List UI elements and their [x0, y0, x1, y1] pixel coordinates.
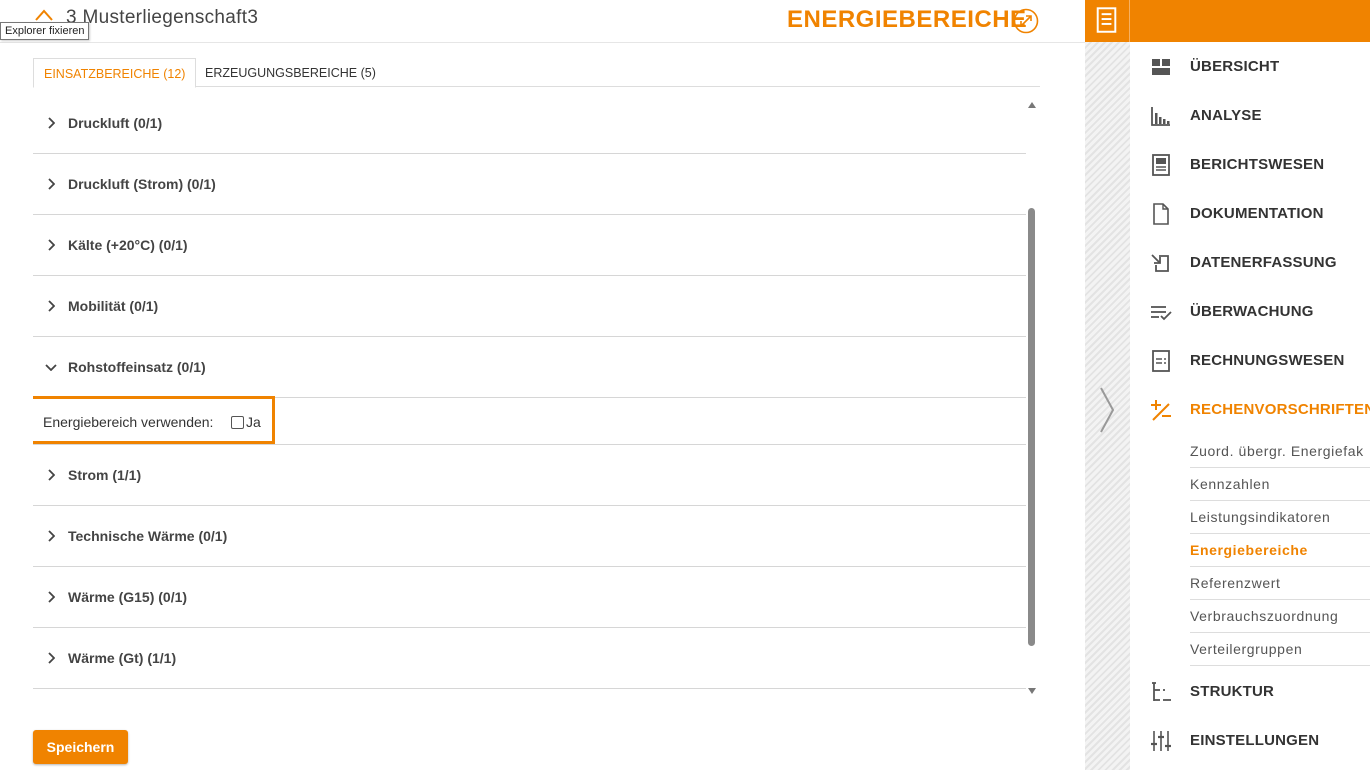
energy-area-list: Druckluft (0/1) Druckluft (Strom) (0/1) … [33, 93, 1026, 695]
invoice-icon [1152, 350, 1170, 372]
sidebar-item-label: ÜBERSICHT [1190, 58, 1280, 75]
chevron-right-icon [48, 530, 55, 542]
submenu-label: Zuord. übergr. Energiefak [1190, 443, 1364, 459]
chevron-right-icon [48, 300, 55, 312]
chevron-right-icon[interactable] [1097, 386, 1117, 434]
sidebar-item-label: RECHENVORSCHRIFTEN [1190, 401, 1370, 418]
submenu-item-energiebereiche[interactable]: Energiebereiche [1190, 534, 1370, 567]
tree-structure-icon [1152, 682, 1171, 701]
chevron-right-icon [48, 652, 55, 664]
sidebar-item-label: DOKUMENTATION [1190, 205, 1324, 222]
sidebar-item-berichtswesen[interactable]: BERICHTSWESEN [1130, 140, 1370, 189]
page-title: 3 Musterliegenschaft3 [66, 7, 259, 28]
submenu-label: Leistungsindikatoren [1190, 509, 1331, 525]
accordion-label: Rohstoffeinsatz (0/1) [68, 359, 206, 375]
accordion-panel: Energiebereich verwenden: Ja [33, 396, 1026, 445]
submenu-label: Energiebereiche [1190, 542, 1308, 558]
sidebar-item-label: BERICHTSWESEN [1190, 156, 1325, 173]
header: 3 Musterliegenschaft3 ENERGIEBEREICHE [0, 0, 1085, 43]
scrollbar-thumb[interactable] [1028, 208, 1035, 646]
sidebar-item-rechenvorschriften[interactable]: RECHENVORSCHRIFTEN [1130, 385, 1370, 434]
sidebar-item-analyse[interactable]: ANALYSE [1130, 91, 1370, 140]
scroll-down-icon[interactable] [1028, 688, 1036, 694]
submenu-item-verteilergruppen[interactable]: Verteilergruppen [1190, 633, 1370, 666]
report-icon [1152, 154, 1170, 176]
submenu-item-zuordnung[interactable]: Zuord. übergr. Energiefak [1190, 435, 1370, 468]
accordion-item[interactable]: Kälte (+20°C) (0/1) [33, 215, 1026, 276]
accordion-item[interactable]: Mobilität (0/1) [33, 276, 1026, 337]
accordion-item[interactable]: Technische Wärme (0/1) [33, 506, 1026, 567]
use-energy-area-checkbox[interactable] [231, 416, 244, 429]
tab-einsatzbereiche[interactable]: EINSATZBEREICHE (12) [33, 58, 197, 88]
chevron-down-icon [45, 364, 57, 371]
checklist-icon [1151, 306, 1172, 321]
explorer-strip[interactable] [1085, 0, 1130, 770]
chevron-right-icon [48, 591, 55, 603]
sidebar-item-label: RECHNUNGSWESEN [1190, 352, 1345, 369]
sidebar-item-label: EINSTELLUNGEN [1190, 732, 1320, 749]
accordion-item[interactable]: Wärme (Gt) (1/1) [33, 628, 1026, 689]
menu-list-icon[interactable] [1085, 0, 1130, 42]
scrollbar[interactable] [1027, 100, 1037, 698]
sliders-icon [1151, 731, 1171, 751]
tab-bar: EINSATZBEREICHE (12) ERZEUGUNGSBEREICHE … [33, 58, 1040, 88]
bar-chart-icon [1151, 107, 1170, 126]
accordion-item[interactable]: Wärme (G15) (0/1) [33, 567, 1026, 628]
document-icon [1153, 203, 1169, 225]
accordion-label: Technische Wärme (0/1) [68, 528, 228, 544]
accordion-label: Mobilität (0/1) [68, 298, 159, 314]
sidebar-item-datenerfassung[interactable]: DATENERFASSUNG [1130, 238, 1370, 287]
plus-minus-icon [1151, 400, 1171, 421]
sidebar-item-dokumentation[interactable]: DOKUMENTATION [1130, 189, 1370, 238]
section-title: ENERGIEBEREICHE [787, 6, 1027, 33]
chevron-right-icon [48, 239, 55, 251]
submenu-item-kennzahlen[interactable]: Kennzahlen [1190, 468, 1370, 501]
accordion-item[interactable]: Strom (1/1) [33, 445, 1026, 506]
sidebar-nav: ÜBERSICHT ANALYSE BERICHTSWESEN DOKUMENT… [1130, 42, 1370, 770]
accordion-label: Strom (1/1) [68, 467, 142, 483]
accordion-label: Druckluft (Strom) (0/1) [68, 176, 216, 192]
data-entry-icon [1151, 254, 1169, 272]
sidebar-item-label: DATENERFASSUNG [1190, 254, 1337, 271]
sidebar-item-einstellungen[interactable]: EINSTELLUNGEN [1130, 716, 1370, 765]
expand-icon[interactable] [1013, 8, 1039, 34]
chevron-right-icon [48, 117, 55, 129]
accordion-label: Wärme (G15) (0/1) [68, 589, 188, 605]
accordion-item-expanded[interactable]: Rohstoffeinsatz (0/1) [33, 337, 1026, 398]
sidebar-item-struktur[interactable]: STRUKTUR [1130, 667, 1370, 716]
sidebar-item-rechnungswesen[interactable]: RECHNUNGSWESEN [1130, 336, 1370, 385]
scroll-up-icon[interactable] [1028, 102, 1036, 108]
accordion-label: Druckluft (0/1) [68, 115, 163, 131]
dashboard-icon [1152, 59, 1170, 75]
submenu-item-referenzwert[interactable]: Referenzwert [1190, 567, 1370, 600]
submenu-item-verbrauchszuordnung[interactable]: Verbrauchszuordnung [1190, 600, 1370, 633]
checkbox-label[interactable]: Ja [246, 414, 261, 430]
accordion-label: Kälte (+20°C) (0/1) [68, 237, 188, 253]
tab-erzeugungsbereiche[interactable]: ERZEUGUNGSBEREICHE (5) [195, 58, 386, 86]
accordion-item[interactable]: Druckluft (Strom) (0/1) [33, 154, 1026, 215]
submenu-label: Kennzahlen [1190, 476, 1270, 492]
save-button[interactable]: Speichern [33, 730, 128, 764]
chevron-right-icon [48, 469, 55, 481]
submenu-item-leistungsindikatoren[interactable]: Leistungsindikatoren [1190, 501, 1370, 534]
sidebar-item-uebersicht[interactable]: ÜBERSICHT [1130, 42, 1370, 91]
chevron-right-icon [48, 178, 55, 190]
tooltip: Explorer fixieren [0, 22, 90, 40]
submenu-label: Verteilergruppen [1190, 641, 1303, 657]
sidebar-item-label: ANALYSE [1190, 107, 1262, 124]
accordion-item[interactable]: Druckluft (0/1) [33, 93, 1026, 154]
sidebar-item-label: STRUKTUR [1190, 683, 1275, 700]
field-label: Energiebereich verwenden: [43, 414, 214, 430]
accordion-label: Wärme (Gt) (1/1) [68, 650, 177, 666]
submenu-label: Verbrauchszuordnung [1190, 608, 1339, 624]
sidebar-item-ueberwachung[interactable]: ÜBERWACHUNG [1130, 287, 1370, 336]
submenu-label: Referenzwert [1190, 575, 1281, 591]
sidebar-item-label: ÜBERWACHUNG [1190, 303, 1314, 320]
